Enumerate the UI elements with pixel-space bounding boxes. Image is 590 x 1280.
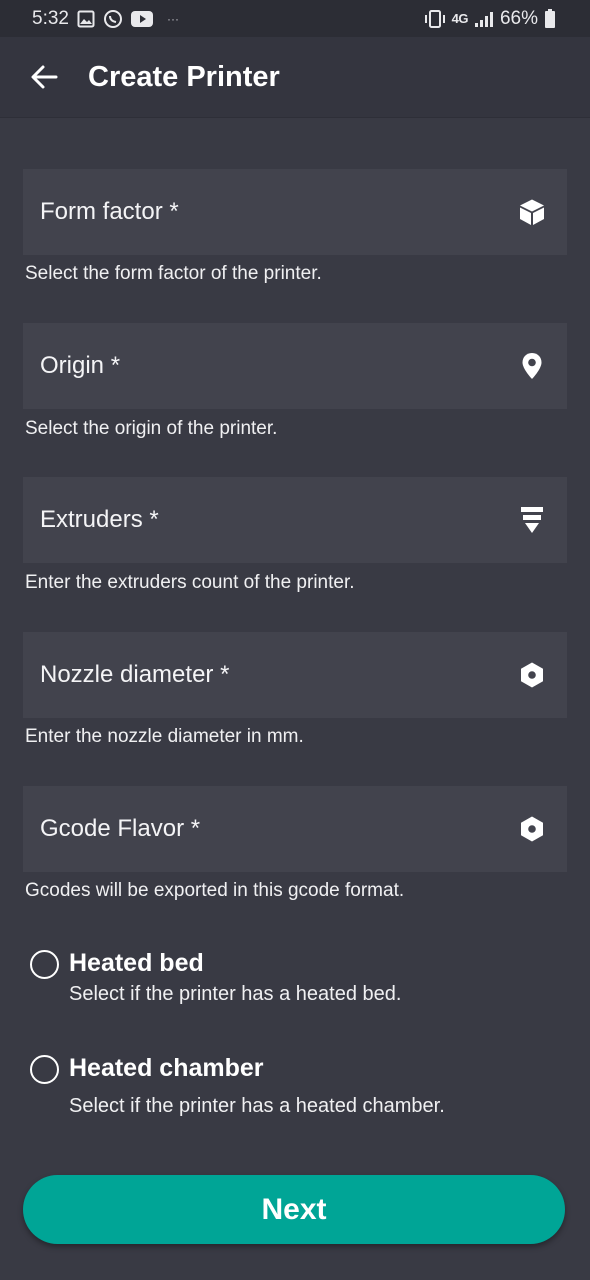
gallery-icon [77,10,95,28]
extruders-helper: Enter the extruders count of the printer… [25,572,355,593]
location-pin-icon [517,351,547,381]
gcode-flavor-helper: Gcodes will be exported in this gcode fo… [25,880,405,901]
back-button[interactable] [22,55,66,99]
field-label: Extruders * [40,506,159,533]
heated-bed-checkbox[interactable] [30,950,59,979]
vibrate-icon [424,9,446,29]
extruders-field[interactable]: Extruders * [23,477,567,563]
extruder-icon [517,505,547,535]
heated-chamber-title: Heated chamber [69,1054,264,1082]
field-label: Form factor * [40,198,179,225]
origin-helper: Select the origin of the printer. [25,418,278,439]
network-type: 4G [451,11,469,26]
cube-icon [517,197,547,227]
signal-icon [474,10,494,28]
field-label: Nozzle diameter * [40,661,230,688]
youtube-icon [130,10,153,27]
battery-icon [544,8,556,29]
nozzle-diameter-field[interactable]: Nozzle diameter * [23,632,567,718]
heated-chamber-description: Select if the printer has a heated chamb… [69,1095,445,1117]
status-bar: 5:32 ··· 4G 66% [0,0,590,37]
heated-chamber-checkbox[interactable] [30,1055,59,1084]
whatsapp-icon [103,9,123,29]
status-time: 5:32 [32,7,69,29]
heated-bed-title: Heated bed [69,949,204,977]
nozzle-icon [517,814,547,844]
battery-percent: 66% [499,7,538,29]
origin-field[interactable]: Origin * [23,323,567,409]
heated-bed-description: Select if the printer has a heated bed. [69,983,402,1005]
field-label: Gcode Flavor * [40,815,201,842]
app-bar: Create Printer [0,37,590,118]
status-more-dots: ··· [166,11,179,26]
page-title: Create Printer [88,60,280,93]
form-factor-field[interactable]: Form factor * [23,169,567,255]
form-factor-helper: Select the form factor of the printer. [25,263,322,284]
nozzle-icon [517,660,547,690]
gcode-flavor-field[interactable]: Gcode Flavor * [23,786,567,872]
next-button[interactable]: Next [23,1175,565,1244]
nozzle-diameter-helper: Enter the nozzle diameter in mm. [25,726,304,747]
field-label: Origin * [40,352,121,379]
arrow-back-icon [31,65,58,89]
